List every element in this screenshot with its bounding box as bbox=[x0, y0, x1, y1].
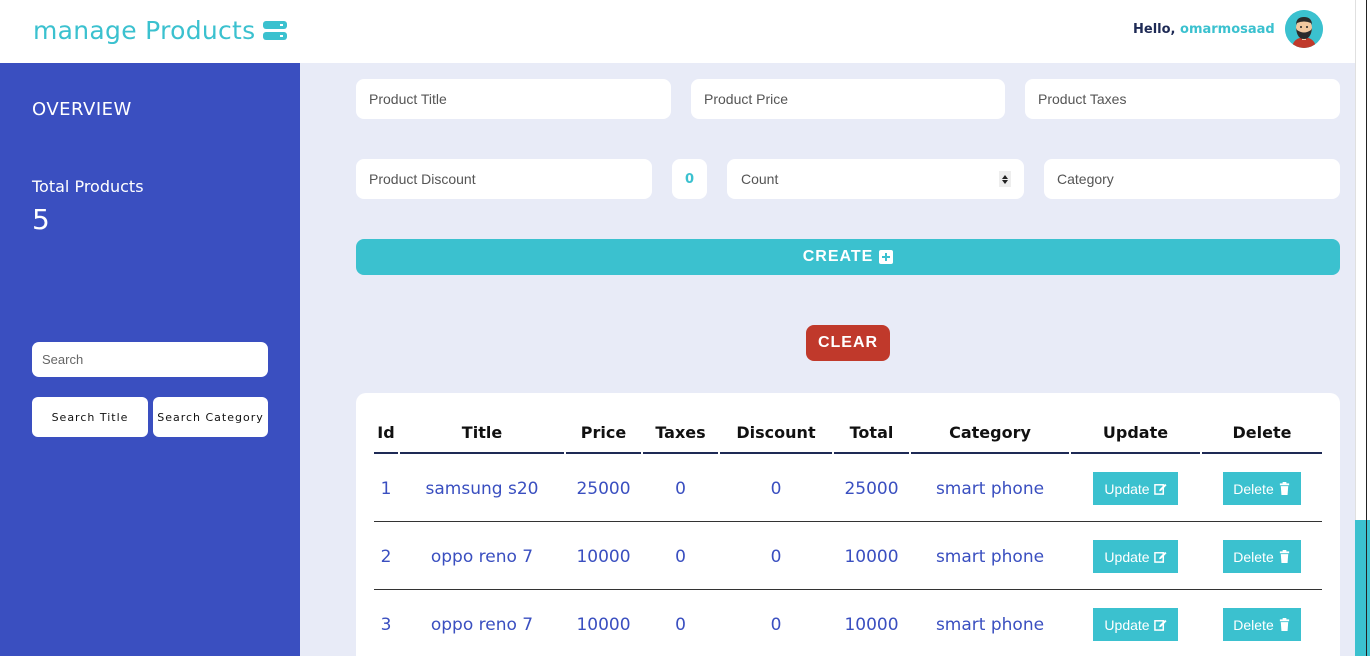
cell-total: 25000 bbox=[844, 479, 899, 499]
cell-title: oppo reno 7 bbox=[430, 615, 534, 635]
update-button[interactable]: Update bbox=[1093, 540, 1178, 573]
clear-button[interactable]: CLEAR bbox=[806, 325, 890, 361]
header-underline bbox=[834, 452, 909, 454]
plus-square-icon bbox=[879, 250, 894, 264]
cell-total: 10000 bbox=[844, 547, 899, 567]
header-category: Category bbox=[949, 423, 1031, 442]
edit-icon bbox=[1153, 483, 1167, 495]
header-update: Update bbox=[1102, 423, 1169, 442]
trash-icon bbox=[1279, 482, 1289, 495]
category-input[interactable] bbox=[1044, 159, 1340, 199]
delete-label: Delete bbox=[1233, 548, 1274, 565]
cell-taxes: 0 bbox=[675, 615, 686, 635]
product-discount-input[interactable] bbox=[356, 159, 652, 199]
header-underline bbox=[400, 452, 564, 454]
header-price: Price bbox=[580, 423, 627, 442]
cell-discount: 0 bbox=[770, 615, 782, 635]
product-price-input[interactable] bbox=[691, 79, 1005, 119]
update-label: Update bbox=[1104, 548, 1150, 565]
overview-title: OVERVIEW bbox=[32, 99, 132, 120]
search-title-button[interactable]: Search Title bbox=[32, 397, 148, 437]
header-underline bbox=[1202, 452, 1322, 454]
delete-label: Delete bbox=[1233, 616, 1274, 633]
cell-category: smart phone bbox=[935, 547, 1045, 567]
header-underline bbox=[1071, 452, 1200, 454]
row-divider bbox=[374, 521, 1322, 522]
edit-icon bbox=[1153, 619, 1167, 631]
cell-taxes: 0 bbox=[675, 479, 686, 499]
cell-id: 3 bbox=[380, 615, 392, 635]
update-button[interactable]: Update bbox=[1093, 472, 1178, 505]
username[interactable]: omarmosaad bbox=[1180, 22, 1275, 37]
product-taxes-input[interactable] bbox=[1025, 79, 1340, 119]
delete-button[interactable]: Delete bbox=[1223, 540, 1301, 573]
trash-icon bbox=[1279, 550, 1289, 563]
header-total: Total bbox=[849, 423, 894, 442]
brand-title: manage Products bbox=[33, 16, 256, 45]
trash-icon bbox=[1279, 618, 1289, 631]
create-button[interactable]: CREATE bbox=[356, 239, 1340, 275]
header-underline bbox=[720, 452, 832, 454]
header-taxes: Taxes bbox=[655, 423, 706, 442]
header-title: Title bbox=[461, 423, 503, 442]
update-button[interactable]: Update bbox=[1093, 608, 1178, 641]
avatar[interactable] bbox=[1285, 10, 1323, 48]
avatar-image bbox=[1285, 10, 1323, 48]
update-label: Update bbox=[1104, 480, 1150, 497]
header-id: Id bbox=[377, 423, 395, 442]
header-discount: Discount bbox=[736, 423, 816, 442]
row-divider bbox=[374, 589, 1322, 590]
delete-button[interactable]: Delete bbox=[1223, 472, 1301, 505]
header-underline bbox=[643, 452, 718, 454]
number-spinner-icon[interactable] bbox=[999, 171, 1011, 187]
cell-category: smart phone bbox=[935, 479, 1045, 499]
update-label: Update bbox=[1104, 616, 1150, 633]
cell-taxes: 0 bbox=[675, 547, 686, 567]
search-category-button[interactable]: Search Category bbox=[153, 397, 268, 437]
server-icon bbox=[263, 20, 288, 41]
cell-title: samsung s20 bbox=[425, 479, 539, 499]
delete-label: Delete bbox=[1233, 480, 1274, 497]
header-underline bbox=[911, 452, 1069, 454]
cell-category: smart phone bbox=[935, 615, 1045, 635]
greeting-prefix: Hello, bbox=[1133, 22, 1181, 37]
create-label: CREATE bbox=[802, 248, 874, 265]
cell-discount: 0 bbox=[770, 547, 782, 567]
greeting: Hello, omarmosaad bbox=[1133, 22, 1275, 37]
scrollbar-thumb[interactable] bbox=[1355, 520, 1370, 656]
top-bar: manage Products Hello, omarmosaad bbox=[0, 0, 1355, 63]
header-underline bbox=[566, 452, 641, 454]
cell-price: 10000 bbox=[576, 547, 631, 567]
products-table: Id Title Price Taxes Discount Total Cate… bbox=[356, 393, 1340, 656]
product-title-input[interactable] bbox=[356, 79, 671, 119]
edit-icon bbox=[1153, 551, 1167, 563]
total-products-value: 5 bbox=[32, 203, 50, 236]
search-input[interactable] bbox=[32, 342, 268, 377]
header-delete: Delete bbox=[1232, 423, 1292, 442]
cell-id: 2 bbox=[380, 547, 392, 567]
count-placeholder: Count bbox=[741, 171, 779, 187]
scrollbar-edge bbox=[1366, 0, 1367, 656]
cell-title: oppo reno 7 bbox=[430, 547, 534, 567]
delete-button[interactable]: Delete bbox=[1223, 608, 1301, 641]
header-underline bbox=[374, 452, 398, 454]
cell-price: 25000 bbox=[576, 479, 631, 499]
sidebar: OVERVIEW Total Products 5 Search Title S… bbox=[0, 63, 300, 656]
cell-price: 10000 bbox=[576, 615, 631, 635]
brand: manage Products bbox=[33, 16, 288, 45]
total-display: 0 bbox=[672, 159, 707, 199]
cell-discount: 0 bbox=[770, 479, 782, 499]
cell-total: 10000 bbox=[844, 615, 899, 635]
count-input[interactable]: Count bbox=[727, 159, 1024, 199]
total-products-label: Total Products bbox=[32, 177, 144, 196]
cell-id: 1 bbox=[380, 479, 392, 499]
